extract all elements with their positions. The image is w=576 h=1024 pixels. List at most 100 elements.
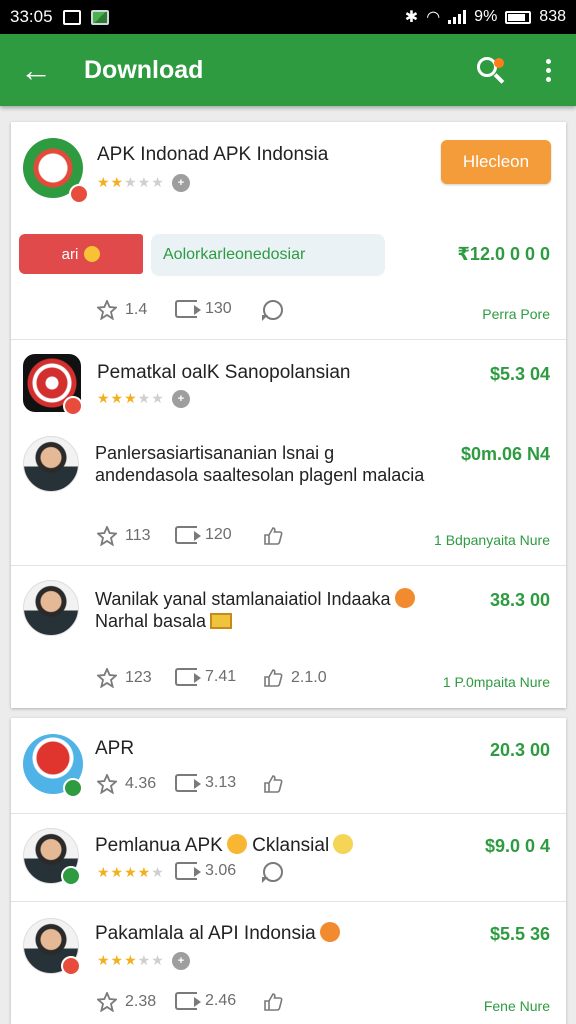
price: $9.0 0 4: [484, 836, 550, 856]
app-bar: ← Download: [0, 34, 576, 106]
like-icon: [97, 300, 117, 320]
battery-icon: [505, 10, 532, 24]
item-meta: Perra Pore: [482, 306, 550, 322]
status-time: 33:05: [10, 7, 53, 26]
like-icon: [97, 774, 117, 794]
avatar: [23, 580, 79, 636]
item-meta: 1 Bdpanyaita Nure: [434, 532, 550, 548]
badge-icon: [61, 866, 81, 886]
search-button[interactable]: [460, 34, 520, 106]
shares-stat[interactable]: 3.06: [175, 862, 236, 880]
signal-icon: [448, 10, 467, 24]
price: $5.5 36: [489, 924, 550, 944]
comment-icon: [262, 300, 283, 321]
bluetooth-icon: ✱: [404, 9, 419, 26]
app-name: APR: [95, 738, 135, 759]
info-icon[interactable]: +: [172, 952, 190, 970]
status-bar: 33:05 ✱ ◠ 9% 838: [0, 0, 576, 34]
share-icon: [175, 992, 201, 1010]
shares-stat[interactable]: 120: [175, 526, 232, 544]
price: $5.3 04: [489, 364, 550, 384]
item-meta: 1 P.0mpaita Nure: [442, 674, 550, 690]
wifi-icon: ◠: [426, 9, 441, 26]
status-clock-right: 838: [539, 8, 566, 25]
rating-stars: ★★★★★: [97, 952, 165, 968]
page-title: Download: [84, 55, 204, 84]
like-icon: [97, 526, 117, 546]
comment-icon: [262, 862, 283, 883]
list-item[interactable]: APR 20.3 00 4.36 3.13: [11, 718, 566, 814]
shares-stat[interactable]: 3.13: [175, 774, 236, 792]
share-icon: [175, 862, 201, 880]
notification-dot: [494, 58, 504, 68]
emoji-icon: [226, 834, 247, 854]
item-description: Wanilak yanal stamlanaiatiol Indaaka Nar…: [95, 588, 455, 632]
badge-icon: [69, 184, 89, 204]
thumbs-up-icon: [264, 775, 283, 793]
list-item[interactable]: APK Indonad APK Indonsia ★★★★★ + Hlecleo…: [11, 122, 566, 340]
thumbs-up-icon: [264, 669, 283, 687]
thumbs-up-icon: [264, 527, 283, 545]
emoji-icon: [333, 834, 354, 854]
share-icon: [175, 774, 201, 792]
install-button[interactable]: Hlecleon: [441, 140, 551, 184]
list-item[interactable]: Pematkal oalK Sanopolansian ★★★★★ + $5.3…: [11, 340, 566, 416]
list-item[interactable]: Pakamlala al API Indonsia ★★★★★ + $5.5 3…: [11, 902, 566, 1024]
app-name: Pematkal oalK Sanopolansian: [97, 362, 351, 383]
more-options-icon[interactable]: [520, 34, 576, 106]
info-icon[interactable]: +: [172, 174, 190, 192]
rating-stars: ★★★★★: [97, 174, 165, 190]
share-icon: [175, 526, 201, 544]
app-name: Pakamlala al API Indonsia: [95, 922, 340, 945]
badge-icon: [63, 778, 83, 798]
back-arrow-icon[interactable]: ←: [0, 34, 72, 106]
comment-button[interactable]: [262, 862, 283, 883]
developer-pill[interactable]: Aolorkarleonedosiar: [151, 234, 385, 276]
list-item[interactable]: Pemlanua APK Cklansial ★★★★★ 3.06 $9.0 0…: [11, 814, 566, 902]
list-item[interactable]: Panlersasiartisananian lsnai g andendaso…: [11, 414, 566, 566]
emoji-icon: [394, 588, 415, 608]
price: $0m.06 N4: [460, 444, 550, 464]
share-icon: [175, 300, 201, 318]
price: 20.3 00: [489, 740, 550, 760]
rating-stars: ★★★★★: [97, 390, 165, 406]
emoji-icon: [319, 922, 340, 942]
download-card-2: APR 20.3 00 4.36 3.13 Pemlanua APK Cklan…: [11, 718, 566, 1024]
badge-icon: [61, 956, 81, 976]
shares-stat[interactable]: 7.41: [175, 668, 236, 686]
share-icon: [175, 668, 201, 686]
emoji-icon: [84, 246, 101, 262]
thumbs-up-stat[interactable]: 2.1.0: [263, 668, 327, 688]
thumbs-up-icon: [264, 993, 283, 1011]
rating-stars: ★★★★★: [97, 864, 165, 880]
avatar: [23, 436, 79, 492]
likes-stat[interactable]: 123: [97, 668, 152, 688]
likes-stat[interactable]: 4.36: [97, 774, 156, 794]
likes-stat[interactable]: 113: [97, 526, 151, 546]
thumbs-up-button[interactable]: [263, 992, 283, 1012]
thumbs-up-button[interactable]: [263, 526, 283, 546]
like-icon: [97, 668, 117, 688]
price: ₹12.0 0 0 0: [457, 244, 550, 264]
app-name: APK Indonad APK Indonsia: [97, 144, 329, 165]
download-card-1: APK Indonad APK Indonsia ★★★★★ + Hlecleo…: [11, 122, 566, 708]
like-icon: [97, 992, 117, 1012]
promo-badge[interactable]: ari: [19, 234, 143, 274]
item-meta: Fene Nure: [483, 998, 550, 1014]
comment-button[interactable]: [262, 300, 283, 321]
shares-stat[interactable]: 130: [175, 300, 232, 318]
thumbs-up-button[interactable]: [263, 774, 283, 794]
likes-stat[interactable]: 1.4: [97, 300, 147, 320]
shares-stat[interactable]: 2.46: [175, 992, 236, 1010]
info-icon[interactable]: +: [172, 390, 190, 408]
item-description: Panlersasiartisananian lsnai g andendaso…: [95, 443, 425, 485]
envelope-emoji-icon: [210, 613, 233, 629]
list-item[interactable]: Wanilak yanal stamlanaiatiol Indaaka Nar…: [11, 566, 566, 708]
badge-icon: [63, 396, 83, 416]
notification-icon: [62, 9, 81, 25]
gallery-notification-icon: [90, 9, 109, 25]
likes-stat[interactable]: 2.38: [97, 992, 156, 1012]
app-name: Pemlanua APK Cklansial: [95, 834, 354, 857]
price: 38.3 00: [489, 590, 550, 610]
battery-percent: 9%: [474, 8, 498, 25]
